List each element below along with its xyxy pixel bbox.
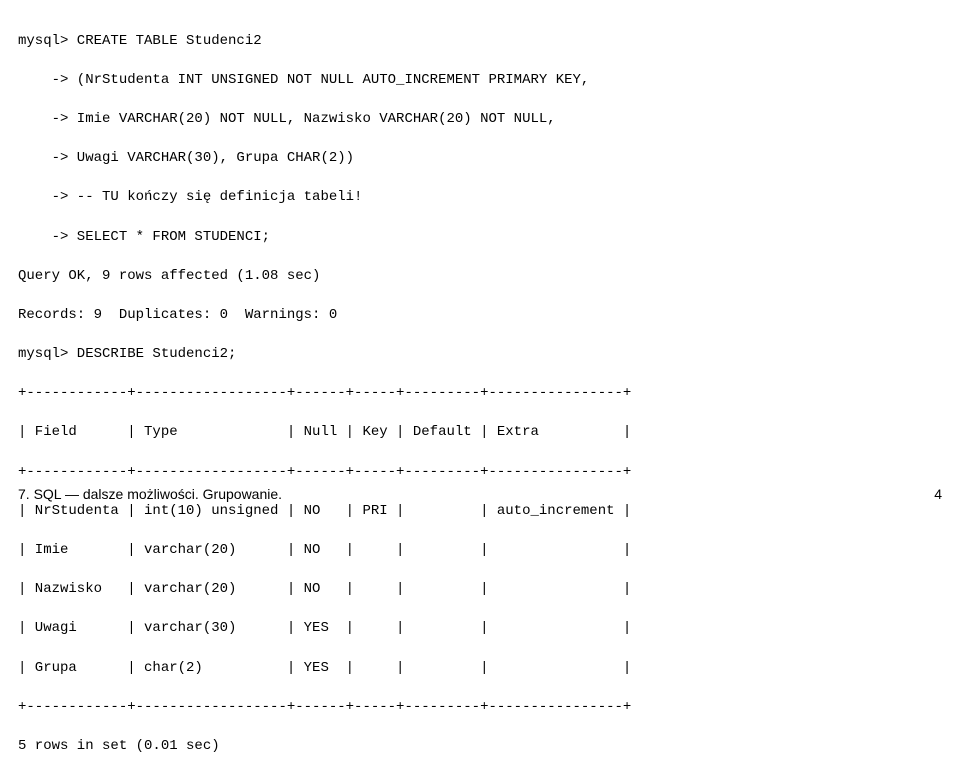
sql-line: -> Uwagi VARCHAR(30), Grupa CHAR(2)): [18, 149, 942, 169]
sql-line: mysql> DESCRIBE Studenci2;: [18, 345, 942, 365]
table-separator: +------------+------------------+------+…: [18, 463, 942, 483]
sql-line: -> SELECT * FROM STUDENCI;: [18, 228, 942, 248]
sql-line: -> -- TU kończy się definicja tabeli!: [18, 188, 942, 208]
footer-left-text: 7. SQL — dalsze możliwości. Grupowanie.: [18, 485, 282, 505]
terminal-output: mysql> CREATE TABLE Studenci2 -> (NrStud…: [18, 12, 942, 776]
sql-line: -> Imie VARCHAR(20) NOT NULL, Nazwisko V…: [18, 110, 942, 130]
table-separator: +------------+------------------+------+…: [18, 698, 942, 718]
page-footer: 7. SQL — dalsze możliwości. Grupowanie. …: [18, 485, 942, 505]
sql-line: mysql> CREATE TABLE Studenci2: [18, 32, 942, 52]
sql-line: -> (NrStudenta INT UNSIGNED NOT NULL AUT…: [18, 71, 942, 91]
query-result-line: Query OK, 9 rows affected (1.08 sec): [18, 267, 942, 287]
query-result-line: 5 rows in set (0.01 sec): [18, 737, 942, 757]
table-row: | Grupa | char(2) | YES | | | |: [18, 659, 942, 679]
table-row: | Imie | varchar(20) | NO | | | |: [18, 541, 942, 561]
table-row: | Uwagi | varchar(30) | YES | | | |: [18, 619, 942, 639]
table-row: | Nazwisko | varchar(20) | NO | | | |: [18, 580, 942, 600]
page-number: 4: [934, 485, 942, 505]
table-separator: +------------+------------------+------+…: [18, 384, 942, 404]
query-result-line: Records: 9 Duplicates: 0 Warnings: 0: [18, 306, 942, 326]
table-header: | Field | Type | Null | Key | Default | …: [18, 423, 942, 443]
